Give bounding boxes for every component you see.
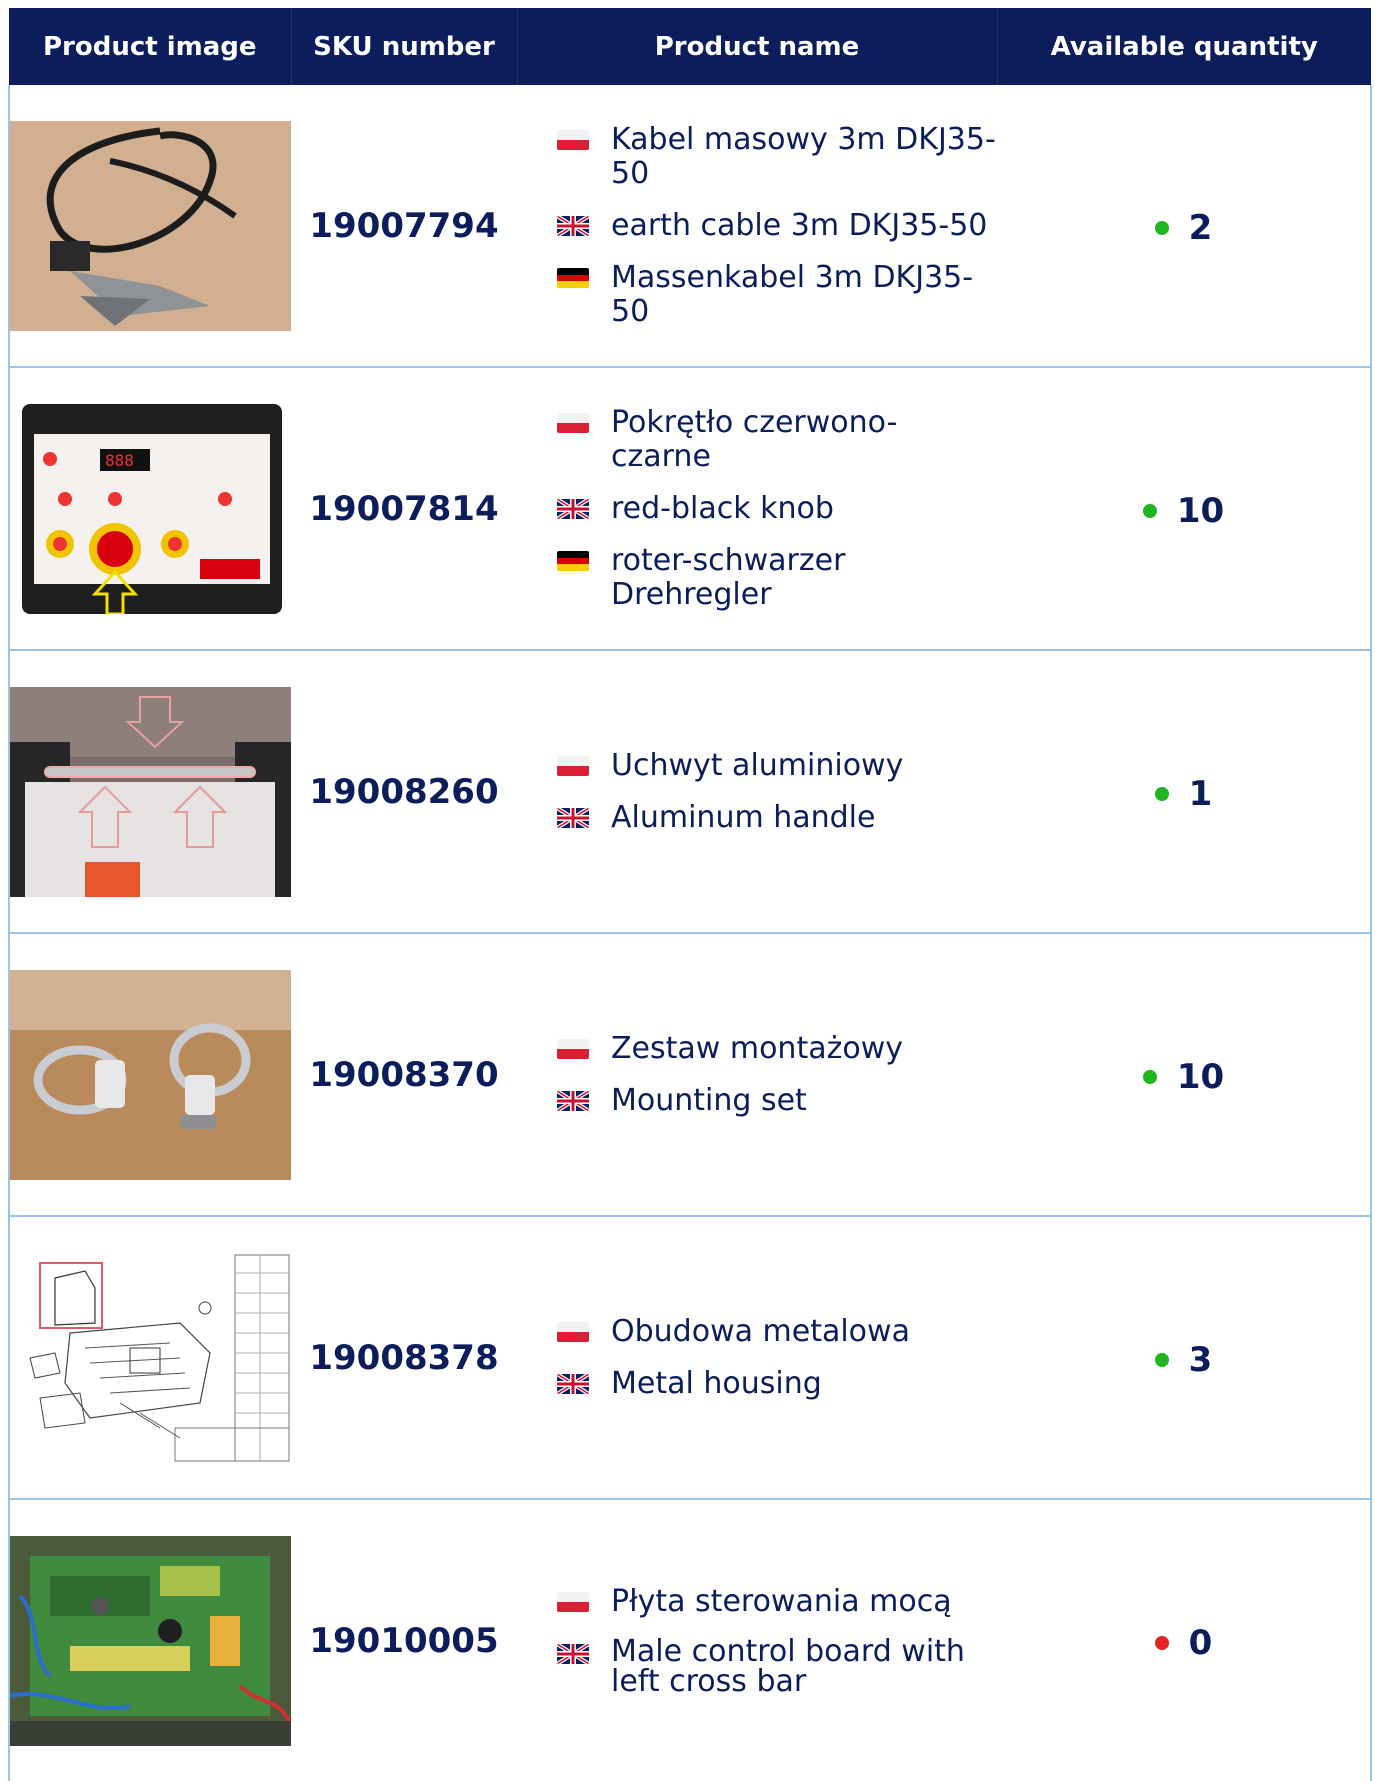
available-quantity-cell: 3 bbox=[997, 1216, 1372, 1500]
germany-flag-icon bbox=[557, 267, 589, 288]
product-name-pl: Kabel masowy 3m DKJ35-50 bbox=[557, 122, 997, 191]
quantity-value: 2 bbox=[1188, 207, 1213, 248]
product-image-cell bbox=[8, 1499, 291, 1781]
sku-number: 19010005 bbox=[309, 1620, 499, 1661]
poland-flag-icon bbox=[557, 1038, 589, 1059]
header-sku-number[interactable]: SKU number bbox=[291, 8, 518, 85]
poland-flag-icon bbox=[557, 755, 589, 776]
poland-flag-icon bbox=[557, 129, 589, 150]
product-image-knob[interactable]: 888 bbox=[10, 403, 291, 614]
product-image-metal-housing[interactable] bbox=[10, 1252, 291, 1463]
product-image-aluminum-handle[interactable] bbox=[10, 686, 291, 897]
quantity-value: 10 bbox=[1176, 490, 1225, 531]
table-row[interactable]: 888 19007814 Pokrętło czerwono-czarne re… bbox=[8, 367, 1372, 651]
in-stock-status-icon bbox=[1142, 503, 1157, 518]
product-image-cell bbox=[8, 933, 291, 1217]
poland-flag-icon bbox=[557, 1321, 589, 1342]
product-image-control-board[interactable] bbox=[10, 1535, 291, 1746]
header-product-name[interactable]: Product name bbox=[517, 8, 998, 85]
product-name-cell: Uchwyt aluminiowy Aluminum handle bbox=[517, 650, 997, 934]
available-quantity-cell: 2 bbox=[997, 85, 1372, 368]
out-of-stock-status-icon bbox=[1154, 1635, 1169, 1650]
svg-text:888: 888 bbox=[105, 451, 134, 470]
table-row[interactable]: 19010005 Płyta sterowania mocą Male cont… bbox=[8, 1499, 1372, 1781]
table-row[interactable]: 19008260 Uchwyt aluminiowy Aluminum hand… bbox=[8, 650, 1372, 934]
sku-number: 19008260 bbox=[291, 650, 517, 934]
product-name-en: Metal housing bbox=[557, 1366, 997, 1401]
product-name-pl: Płyta sterowania mocą bbox=[557, 1584, 997, 1619]
quantity-value: 0 bbox=[1188, 1622, 1213, 1663]
table-header-row: Product image SKU number Product name Av… bbox=[9, 8, 1371, 85]
product-image-cell: 888 bbox=[8, 367, 291, 651]
in-stock-status-icon bbox=[1142, 1069, 1157, 1084]
poland-flag-icon bbox=[557, 1591, 589, 1612]
available-quantity-cell: 0 bbox=[997, 1499, 1372, 1781]
product-name-en: Mounting set bbox=[557, 1083, 997, 1118]
uk-flag-icon bbox=[557, 498, 589, 519]
uk-flag-icon bbox=[557, 807, 589, 828]
product-name-de: Massenkabel 3m DKJ35-50 bbox=[557, 260, 997, 329]
table-row[interactable]: 19008370 Zestaw montażowy Mounting set 1… bbox=[8, 933, 1372, 1217]
in-stock-status-icon bbox=[1154, 1352, 1169, 1367]
available-quantity-cell: 10 bbox=[997, 933, 1372, 1217]
table-row[interactable]: 19007794 Kabel masowy 3m DKJ35-50 earth … bbox=[8, 85, 1372, 368]
product-name-cell: Zestaw montażowy Mounting set bbox=[517, 933, 997, 1217]
uk-flag-icon bbox=[557, 1643, 589, 1664]
uk-flag-icon bbox=[557, 1090, 589, 1111]
sku-number: 19008370 bbox=[291, 933, 517, 1217]
in-stock-status-icon bbox=[1154, 786, 1169, 801]
product-name-pl: Uchwyt aluminiowy bbox=[557, 748, 997, 783]
quantity-value: 3 bbox=[1188, 1339, 1213, 1380]
product-name-cell: Obudowa metalowa Metal housing bbox=[517, 1216, 997, 1500]
product-name-de: roter-schwarzer Drehregler bbox=[557, 543, 997, 612]
product-name-en: Aluminum handle bbox=[557, 800, 997, 835]
sku-number: 19007794 bbox=[291, 85, 517, 368]
product-image-cell bbox=[8, 1216, 291, 1500]
product-image-cell bbox=[8, 650, 291, 934]
available-quantity-cell: 1 bbox=[997, 650, 1372, 934]
product-name-cell: Kabel masowy 3m DKJ35-50 earth cable 3m … bbox=[517, 85, 997, 368]
available-quantity-cell: 10 bbox=[997, 367, 1372, 651]
product-image-earth-cable[interactable] bbox=[10, 120, 291, 331]
uk-flag-icon bbox=[557, 215, 589, 236]
quantity-value: 10 bbox=[1176, 1056, 1225, 1097]
sku-number: 19008378 bbox=[291, 1216, 517, 1500]
product-image-cell bbox=[8, 85, 291, 368]
germany-flag-icon bbox=[557, 550, 589, 571]
product-name-pl: Pokrętło czerwono-czarne bbox=[557, 405, 997, 474]
product-name-en: red-black knob bbox=[557, 491, 997, 526]
table-row[interactable]: 19008378 Obudowa metalowa Metal housing … bbox=[8, 1216, 1372, 1500]
product-name-pl: Zestaw montażowy bbox=[557, 1031, 997, 1066]
product-name-en: earth cable 3m DKJ35-50 bbox=[557, 208, 997, 243]
products-table: Product image SKU number Product name Av… bbox=[8, 8, 1372, 1781]
product-name-pl: Obudowa metalowa bbox=[557, 1314, 997, 1349]
product-name-cell: Pokrętło czerwono-czarne red-black knob … bbox=[517, 367, 997, 651]
product-name-cell: Płyta sterowania mocą Male control board… bbox=[517, 1499, 997, 1781]
header-available-quantity[interactable]: Available quantity bbox=[997, 8, 1371, 85]
header-product-image[interactable]: Product image bbox=[9, 8, 292, 85]
product-image-mounting-set[interactable] bbox=[10, 969, 291, 1180]
product-name-en: Male control board with left cross bar bbox=[557, 1636, 997, 1697]
sku-number: 19007814 bbox=[291, 367, 517, 651]
in-stock-status-icon bbox=[1154, 220, 1169, 235]
uk-flag-icon bbox=[557, 1373, 589, 1394]
poland-flag-icon bbox=[557, 412, 589, 433]
quantity-value: 1 bbox=[1188, 773, 1213, 814]
